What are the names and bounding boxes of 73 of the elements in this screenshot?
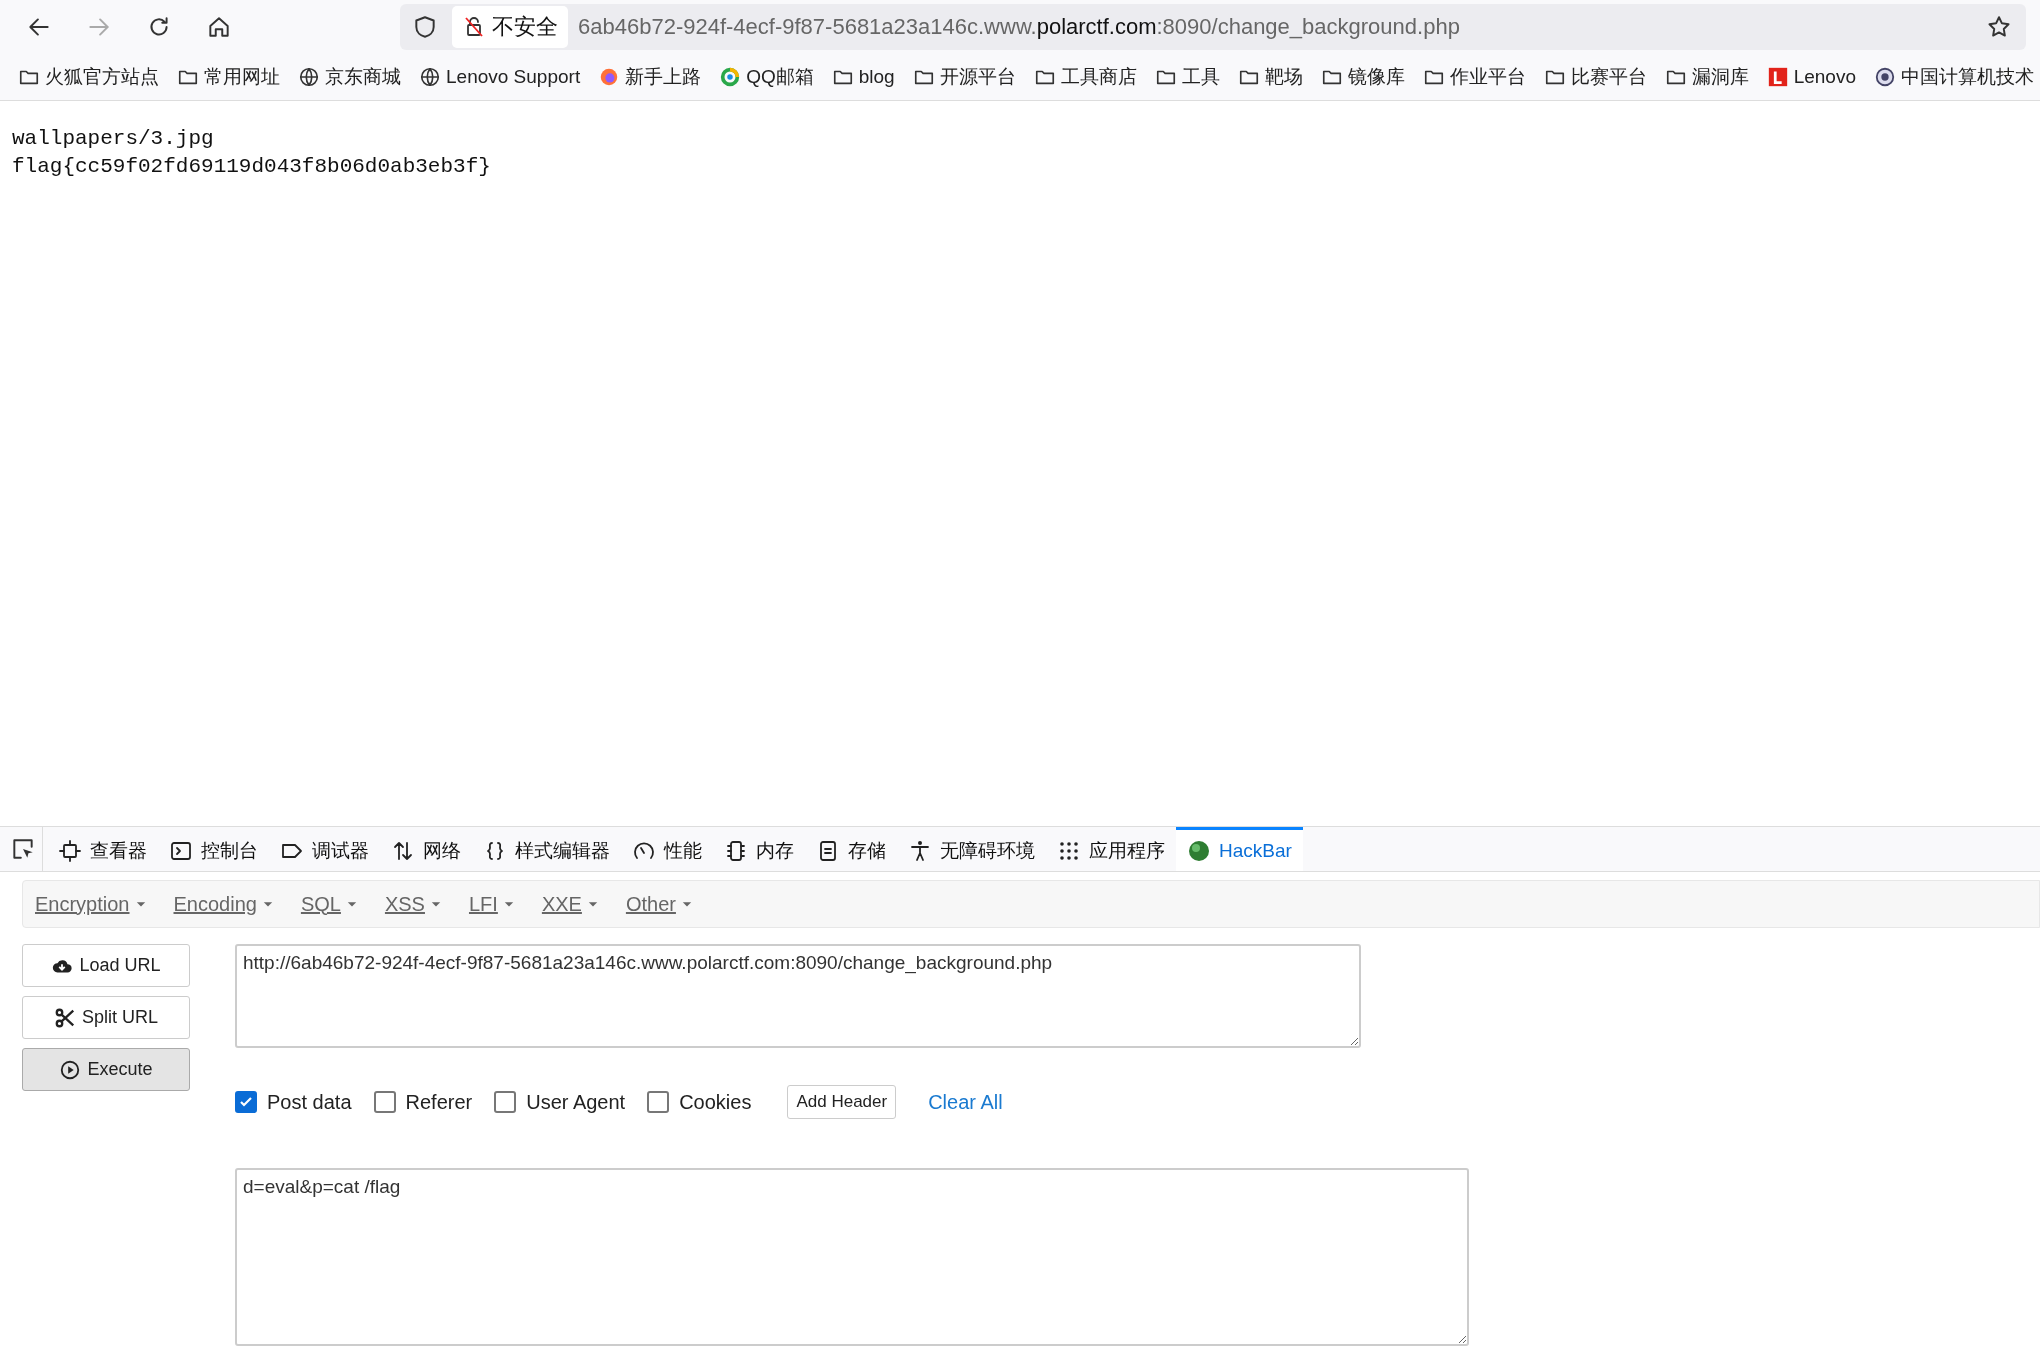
action-button[interactable]: Split URL bbox=[22, 996, 190, 1039]
caret-icon bbox=[346, 899, 357, 909]
option-checkbox[interactable]: Post data bbox=[235, 1090, 352, 1114]
globe-icon bbox=[298, 66, 320, 88]
dropdown-menu[interactable]: LFI bbox=[464, 892, 518, 916]
dropdown-menu[interactable]: SQL bbox=[296, 892, 361, 916]
globe-icon bbox=[419, 66, 441, 88]
devtools-tab[interactable]: 应用程序 bbox=[1046, 827, 1176, 871]
option-checkbox[interactable]: Referer bbox=[373, 1090, 473, 1114]
crossed-lock-icon bbox=[462, 15, 486, 39]
dropdown-menu[interactable]: Encryption bbox=[31, 892, 150, 916]
post-data-field[interactable]: d=eval&p=cat /flag bbox=[235, 1168, 1469, 1346]
clear-all-link[interactable]: Clear All bbox=[922, 1089, 1009, 1115]
devtools-tab[interactable]: 网络 bbox=[380, 827, 472, 871]
dropdown-menu[interactable]: XSS bbox=[380, 892, 445, 916]
option-checkbox[interactable]: User Agent bbox=[494, 1090, 626, 1114]
caret-icon bbox=[430, 899, 441, 909]
bookmark-item[interactable]: 开源平台 bbox=[912, 64, 1016, 90]
play-circle-icon bbox=[59, 1058, 82, 1081]
home-icon bbox=[206, 14, 232, 40]
caret-icon bbox=[262, 899, 273, 909]
devtools-tab[interactable]: 性能 bbox=[621, 827, 713, 871]
bookmark-item[interactable]: 工具商店 bbox=[1033, 64, 1137, 90]
security-indicator[interactable]: 不安全 bbox=[452, 6, 568, 48]
bookmark-item[interactable]: 京东商城 bbox=[298, 64, 401, 90]
action-button[interactable]: Execute bbox=[22, 1048, 190, 1091]
devtools-tab[interactable]: 查看器 bbox=[47, 827, 158, 871]
chip-icon bbox=[58, 838, 82, 863]
page-text-line: flag{cc59f02fd69119d043f8b06d0ab3eb3f} bbox=[12, 154, 492, 180]
cursor-box-icon bbox=[10, 836, 36, 862]
caret-icon bbox=[587, 899, 598, 909]
devtools-tab[interactable]: 无障碍环境 bbox=[897, 827, 1046, 871]
ring-icon bbox=[719, 66, 742, 88]
bookmark-item[interactable]: 工具 bbox=[1154, 64, 1220, 90]
person-icon bbox=[908, 838, 932, 863]
url-text: 6ab46b72-924f-4ecf-9f87-5681a23a146c.www.polarctf.com:8090/change_background.php bbox=[578, 14, 1460, 40]
bookmark-item[interactable]: 靶场 bbox=[1237, 64, 1303, 90]
bookmark-item[interactable]: Lenovo bbox=[1766, 66, 1856, 88]
bookmark-item[interactable]: 漏洞库 bbox=[1664, 64, 1749, 90]
dropdown-menu[interactable]: Other bbox=[621, 892, 696, 916]
bookmark-item[interactable]: 火狐官方站点 bbox=[18, 64, 159, 90]
bookmark-item[interactable]: 中国计算机技术 bbox=[1874, 64, 2034, 90]
devtools-tab[interactable]: 内存 bbox=[713, 827, 805, 871]
bookmark-item[interactable]: 常用网址 bbox=[177, 64, 280, 90]
bookmark-item[interactable]: 作业平台 bbox=[1422, 64, 1526, 90]
add-header-button[interactable]: Add Header bbox=[787, 1085, 897, 1119]
memory-chip-icon bbox=[724, 838, 748, 863]
option-checkbox[interactable]: Cookies bbox=[647, 1090, 752, 1114]
scissors-icon bbox=[54, 1006, 76, 1029]
devtools-tab[interactable]: 样式编辑器 bbox=[472, 827, 621, 871]
bookmark-item[interactable]: Lenovo Support bbox=[419, 66, 581, 88]
caret-icon bbox=[135, 899, 146, 909]
devtools-tab[interactable]: 存储 bbox=[805, 827, 897, 871]
page-text-line: wallpapers/3.jpg bbox=[12, 126, 215, 152]
dropdown-menu[interactable]: Encoding bbox=[169, 892, 277, 916]
bookmark-item[interactable]: blog bbox=[831, 66, 895, 88]
letter-tile-icon bbox=[1766, 66, 1789, 88]
shield-icon bbox=[412, 14, 438, 40]
dropdown-menu[interactable]: XXE bbox=[537, 892, 602, 916]
bookmark-item[interactable]: 比赛平台 bbox=[1543, 64, 1647, 90]
ball-logo-icon bbox=[1187, 838, 1211, 863]
bookmark-item[interactable]: 新手上路 bbox=[598, 64, 702, 90]
devtools-tab[interactable]: HackBar bbox=[1176, 827, 1303, 871]
caret-icon bbox=[681, 899, 692, 909]
action-button[interactable]: Load URL bbox=[22, 944, 190, 987]
url-field[interactable]: http://6ab46b72-924f-4ecf-9f87-5681a23a146c.www.polarctf.com:8090/change_background.php bbox=[235, 944, 1361, 1048]
caret-icon bbox=[503, 899, 514, 909]
address-bar[interactable]: 不安全 6ab46b72-924f-4ecf-9f87-5681a23a146c.www.polarctf.com:8090/change_background.php bbox=[400, 4, 2026, 50]
devtools-tab[interactable]: 控制台 bbox=[158, 827, 269, 871]
devtools-tab[interactable]: 调试器 bbox=[269, 827, 380, 871]
round-seal-icon bbox=[1874, 66, 1896, 88]
bookmark-item[interactable]: QQ邮箱 bbox=[719, 64, 814, 90]
bookmark-item[interactable]: 镜像库 bbox=[1320, 64, 1405, 90]
